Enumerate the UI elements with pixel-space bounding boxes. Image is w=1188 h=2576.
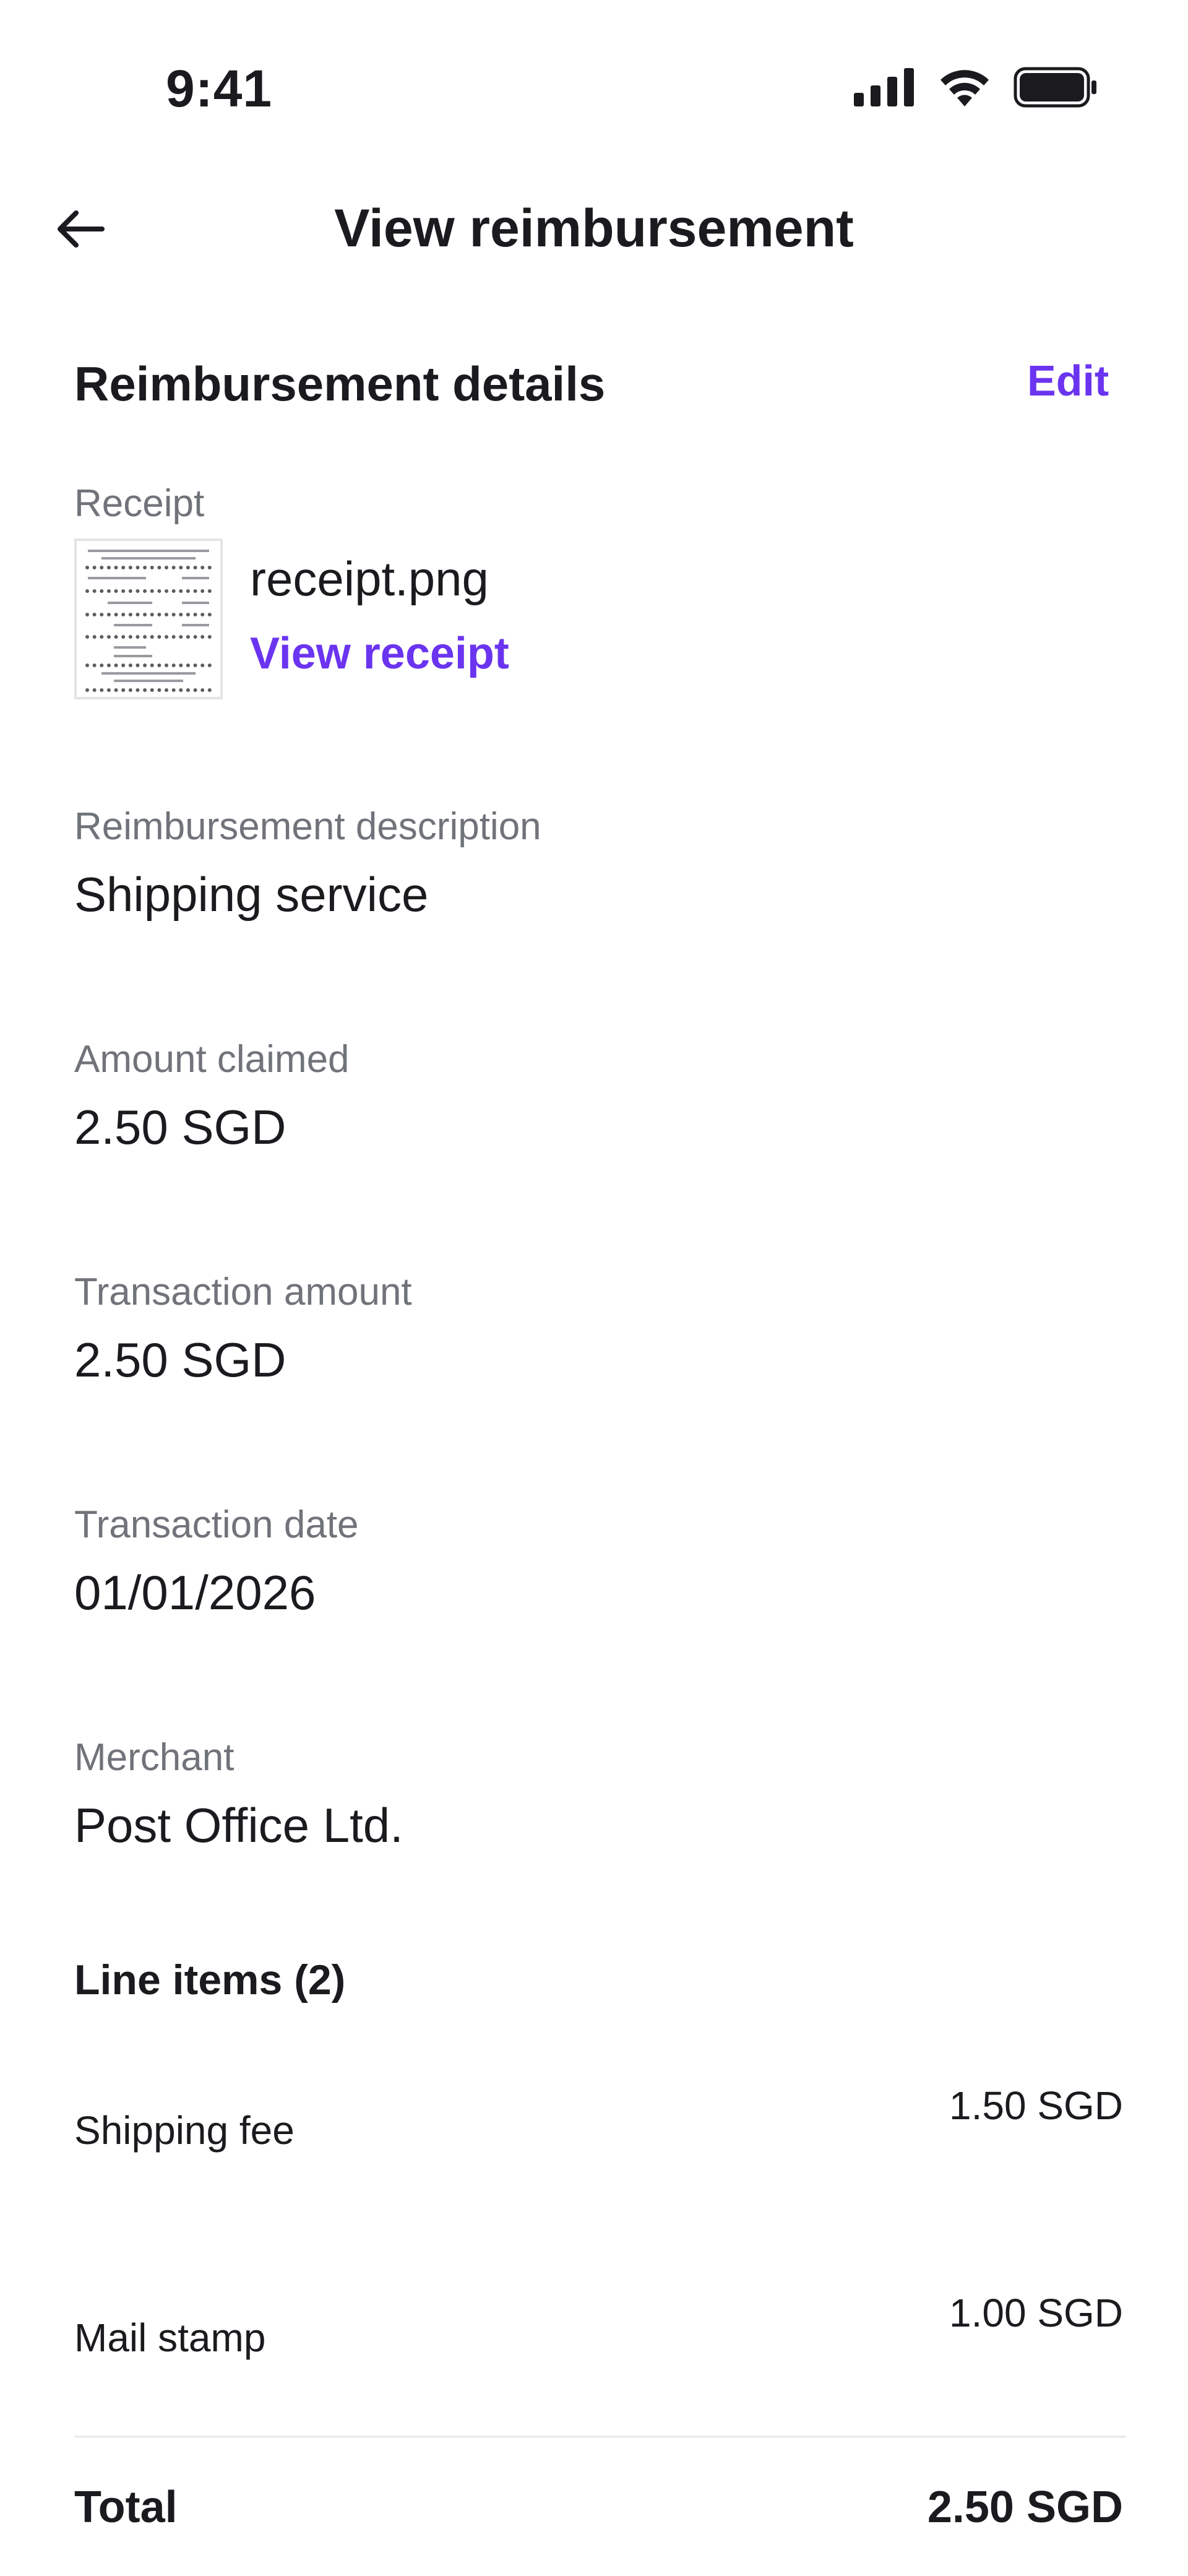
section-title: Reimbursement details [74,357,606,411]
line-item-name: Mail stamp [74,2315,266,2360]
description-value: Shipping service [74,867,429,922]
view-receipt-link[interactable]: View receipt [250,628,509,679]
receipt-thumbnail[interactable] [74,538,223,699]
merchant-label: Merchant [74,1736,235,1779]
line-item-amount: 1.00 SGD [949,2291,1123,2335]
status-icons [854,67,1098,108]
receipt-filename: receipt.png [250,551,489,606]
transaction-date-label: Transaction date [74,1503,359,1546]
wifi-icon [940,70,989,106]
amount-claimed-value: 2.50 SGD [74,1100,286,1154]
line-item-name: Shipping fee [74,2108,295,2153]
cellular-signal-icon [854,68,914,106]
status-time: 9:41 [166,59,273,118]
total-amount: 2.50 SGD [927,2483,1123,2532]
merchant-value: Post Office Ltd. [74,1798,403,1852]
line-items-title: Line items (2) [74,1956,346,2003]
receipt-label: Receipt [74,482,205,525]
total-divider [74,2436,1126,2438]
edit-button[interactable]: Edit [1027,356,1109,405]
transaction-amount-label: Transaction amount [74,1271,412,1313]
line-item-amount: 1.50 SGD [949,2083,1123,2128]
transaction-amount-value: 2.50 SGD [74,1333,286,1387]
page-title: View reimbursement [334,199,854,258]
transaction-date-value: 01/01/2026 [74,1565,316,1620]
amount-claimed-label: Amount claimed [74,1038,350,1081]
total-label: Total [74,2483,178,2532]
description-label: Reimbursement description [74,805,541,848]
battery-icon [1014,67,1096,108]
